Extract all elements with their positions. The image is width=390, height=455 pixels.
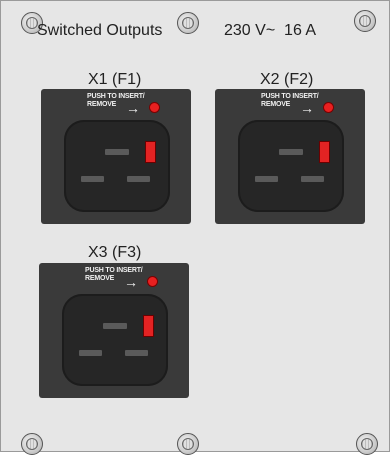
switched-outputs-panel: Switched Outputs 230 V~ 16 A X1 (F1) PUS… bbox=[0, 0, 390, 455]
indicator-led-icon bbox=[323, 102, 334, 113]
outlet-x3[interactable]: PUSH TO INSERT/ REMOVE → bbox=[39, 263, 189, 398]
socket-slot bbox=[125, 350, 148, 356]
iec-c19-socket[interactable] bbox=[64, 120, 170, 212]
iec-c19-socket[interactable] bbox=[238, 120, 344, 212]
arrow-right-icon: → bbox=[126, 100, 140, 116]
release-latch[interactable] bbox=[319, 141, 330, 163]
panel-title: Switched Outputs bbox=[37, 22, 163, 39]
power-rating: 230 V~ 16 A bbox=[224, 22, 317, 39]
outlet-x3-label: X3 (F3) bbox=[88, 244, 142, 261]
screw-icon bbox=[177, 12, 199, 34]
iec-c19-socket[interactable] bbox=[62, 294, 168, 386]
indicator-led-icon bbox=[147, 276, 158, 287]
arrow-right-icon: → bbox=[124, 274, 138, 290]
socket-slot bbox=[127, 176, 150, 182]
outlet-x1[interactable]: PUSH TO INSERT/ REMOVE → bbox=[41, 89, 191, 224]
release-latch[interactable] bbox=[143, 315, 154, 337]
release-latch[interactable] bbox=[145, 141, 156, 163]
indicator-led-icon bbox=[149, 102, 160, 113]
socket-slot bbox=[81, 176, 104, 182]
socket-slot bbox=[105, 149, 129, 155]
socket-slot bbox=[301, 176, 324, 182]
outlet-x1-label: X1 (F1) bbox=[88, 71, 142, 88]
outlet-x2-label: X2 (F2) bbox=[260, 71, 314, 88]
outlet-x2[interactable]: PUSH TO INSERT/ REMOVE → bbox=[215, 89, 365, 224]
arrow-right-icon: → bbox=[300, 100, 314, 116]
socket-slot bbox=[255, 176, 278, 182]
socket-slot bbox=[103, 323, 127, 329]
socket-slot bbox=[279, 149, 303, 155]
screw-icon bbox=[354, 10, 376, 32]
socket-slot bbox=[79, 350, 102, 356]
